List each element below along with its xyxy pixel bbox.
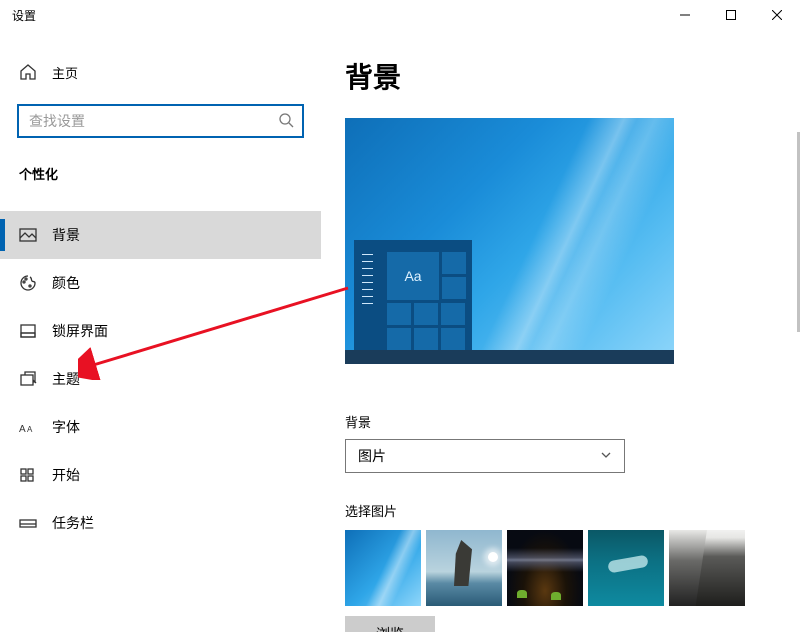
search-box[interactable] [17, 104, 304, 138]
sidebar-item-background[interactable]: 背景 [0, 211, 321, 259]
select-value: 图片 [358, 446, 386, 466]
sidebar: 主页 个性化 背景 颜色 [0, 30, 321, 632]
sidebar-item-label: 开始 [52, 465, 80, 485]
sidebar-item-label: 任务栏 [52, 513, 94, 533]
picture-thumb-5[interactable] [669, 530, 745, 606]
picture-icon [19, 226, 37, 244]
maximize-icon [726, 10, 736, 20]
preview-start-menu: Aa [354, 240, 472, 350]
search-container [0, 92, 321, 138]
minimize-button[interactable] [662, 0, 708, 30]
sidebar-item-themes[interactable]: 主题 [0, 355, 321, 403]
sidebar-item-label: 背景 [52, 225, 80, 245]
window-title: 设置 [12, 7, 36, 24]
svg-text:A: A [19, 424, 26, 435]
preview-sample-tile: Aa [387, 252, 439, 300]
background-field-label: 背景 [345, 412, 776, 431]
taskbar-icon [19, 514, 37, 532]
choose-picture-label: 选择图片 [345, 501, 776, 520]
svg-text:A: A [27, 425, 33, 434]
picture-thumb-2[interactable] [426, 530, 502, 606]
maximize-button[interactable] [708, 0, 754, 30]
browse-button[interactable]: 浏览 [345, 616, 435, 632]
palette-icon [19, 274, 37, 292]
picture-thumb-4[interactable] [588, 530, 664, 606]
background-type-select[interactable]: 图片 [345, 439, 625, 473]
start-icon [19, 466, 37, 484]
fonts-icon: AA [19, 418, 37, 436]
search-input[interactable] [29, 113, 278, 129]
sidebar-item-label: 颜色 [52, 273, 80, 293]
picture-thumb-1[interactable] [345, 530, 421, 606]
sidebar-item-fonts[interactable]: AA 字体 [0, 403, 321, 451]
home-icon [19, 63, 37, 81]
picture-thumb-3[interactable] [507, 530, 583, 606]
section-label: 个性化 [0, 138, 321, 193]
sidebar-item-label: 主题 [52, 369, 80, 389]
lockscreen-icon [19, 322, 37, 340]
sidebar-item-label: 字体 [52, 417, 80, 437]
themes-icon [19, 370, 37, 388]
sidebar-item-lockscreen[interactable]: 锁屏界面 [0, 307, 321, 355]
window-controls [662, 0, 800, 30]
minimize-icon [680, 10, 690, 20]
app-body: 主页 个性化 背景 颜色 [0, 30, 800, 632]
preview-taskbar [345, 350, 674, 364]
sidebar-item-label: 锁屏界面 [52, 321, 108, 341]
search-icon [278, 112, 294, 131]
chevron-down-icon [600, 448, 612, 464]
main-content: 背景 Aa [321, 30, 800, 632]
close-button[interactable] [754, 0, 800, 30]
sidebar-item-start[interactable]: 开始 [0, 451, 321, 499]
title-bar: 设置 [0, 0, 800, 30]
sidebar-item-taskbar[interactable]: 任务栏 [0, 499, 321, 547]
page-title: 背景 [345, 56, 776, 96]
nav-list: 背景 颜色 锁屏界面 主题 [0, 211, 321, 547]
close-icon [772, 10, 782, 20]
desktop-preview: Aa [345, 118, 674, 364]
home-link[interactable]: 主页 [0, 52, 321, 92]
sidebar-item-colors[interactable]: 颜色 [0, 259, 321, 307]
picture-thumbnails [345, 530, 776, 606]
home-label: 主页 [52, 63, 78, 82]
